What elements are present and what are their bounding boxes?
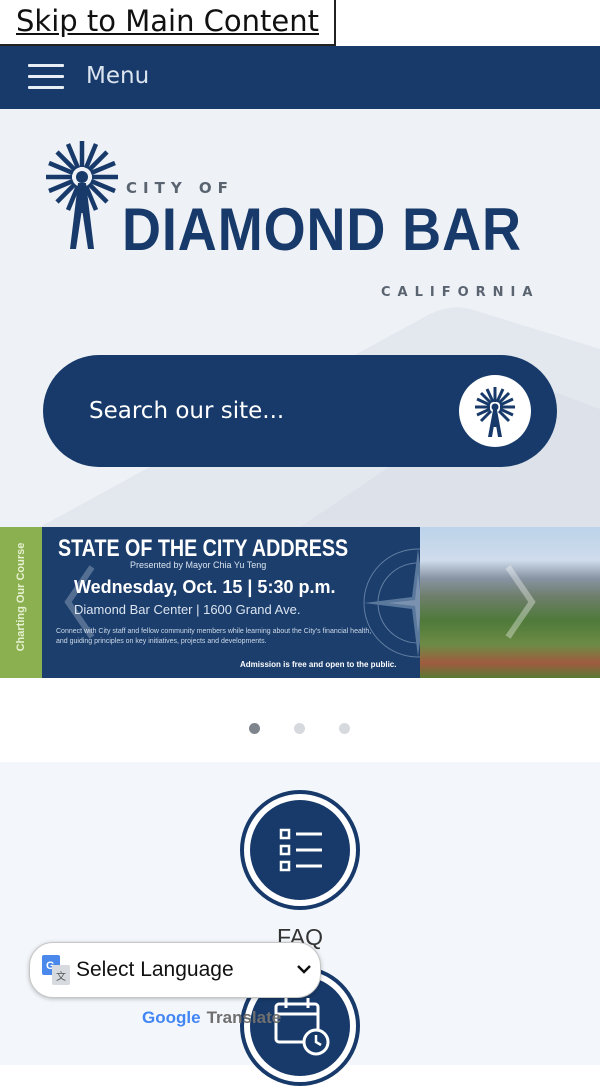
- carousel-dot-2[interactable]: [294, 723, 305, 734]
- quick-link-faq-bg: [250, 800, 350, 900]
- menu-bar: Menu: [0, 46, 600, 109]
- translate-wordmark[interactable]: Translate: [207, 1008, 282, 1027]
- banner-side-strip: Charting Our Course: [0, 527, 42, 678]
- google-translate-icon: G 文: [42, 955, 70, 985]
- list-icon: [279, 828, 322, 872]
- banner-datetime: Wednesday, Oct. 15 | 5:30 p.m.: [74, 577, 336, 597]
- powered-by-google-translate: Google Translate: [142, 1008, 281, 1028]
- skip-link-container: Skip to Main Content: [0, 0, 336, 46]
- site-search: [43, 355, 557, 467]
- windmill-logo-icon: [46, 141, 118, 249]
- carousel-dot-1[interactable]: [249, 723, 260, 734]
- chevron-down-icon: [297, 965, 311, 974]
- menu-button-label[interactable]: Menu: [86, 63, 149, 89]
- hero-section: CITY OF DIAMOND BAR CALIFORNIA: [0, 109, 600, 527]
- banner-side-text: Charting Our Course: [15, 542, 27, 652]
- logo-california-text: CALIFORNIA: [381, 285, 540, 300]
- banner-presenter: Presented by Mayor Chia Yu Teng: [130, 560, 267, 570]
- search-button[interactable]: [459, 375, 531, 447]
- carousel-dot-3[interactable]: [339, 723, 350, 734]
- google-wordmark[interactable]: Google: [142, 1008, 201, 1027]
- carousel-prev-icon[interactable]: [50, 527, 110, 678]
- city-logo[interactable]: CITY OF DIAMOND BAR CALIFORNIA: [44, 139, 564, 300]
- carousel-next-icon[interactable]: [490, 527, 550, 678]
- windmill-search-icon: [475, 387, 515, 437]
- skip-to-main-content-link[interactable]: Skip to Main Content: [16, 4, 319, 38]
- carousel-pagination: [0, 678, 600, 762]
- logo-diamond-bar-text: DIAMOND BAR: [122, 196, 522, 263]
- search-input[interactable]: [89, 383, 429, 439]
- quick-link-faq[interactable]: [240, 790, 360, 910]
- quick-links-section: FAQ: [0, 762, 600, 1086]
- hamburger-icon[interactable]: [28, 62, 64, 90]
- svg-text:文: 文: [56, 970, 66, 983]
- language-select-label: Select Language: [76, 958, 234, 981]
- language-select[interactable]: G 文 Select Language: [29, 942, 321, 998]
- carousel-slide-banner[interactable]: Charting Our Course STATE OF THE CITY AD…: [0, 527, 600, 678]
